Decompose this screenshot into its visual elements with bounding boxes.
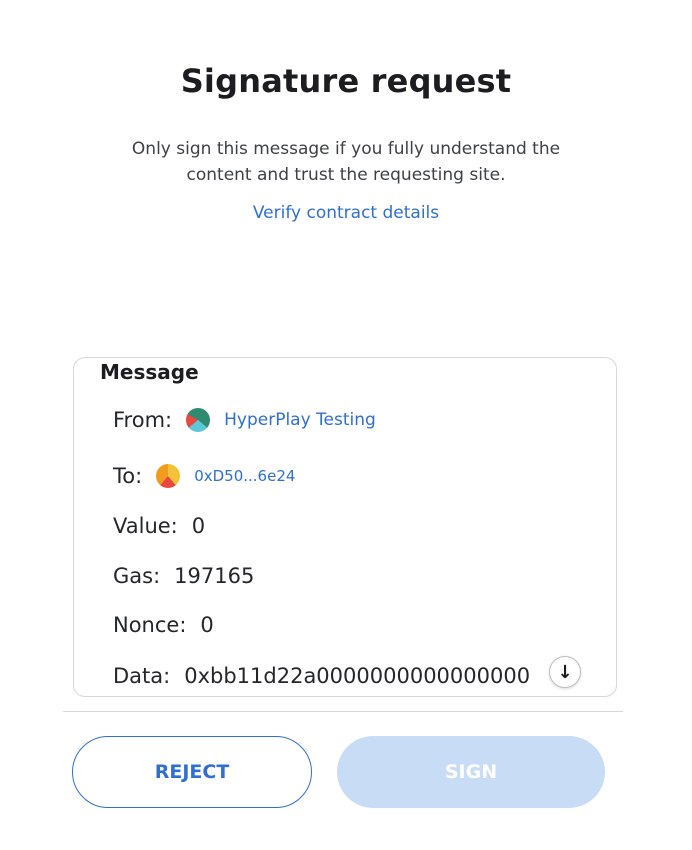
gas-amount: 197165 [174,564,255,588]
from-account-link[interactable]: HyperPlay Testing [224,410,376,430]
reject-button[interactable]: REJECT [72,736,312,808]
value-row: Value: 0 [113,511,205,541]
sign-button[interactable]: SIGN [337,736,605,808]
from-row: From: HyperPlay Testing [113,405,376,435]
to-avatar-icon [156,464,181,488]
nonce-row: Nonce: 0 [113,610,214,640]
arrow-down-icon: ↓ [557,661,573,683]
data-hex-value: 0xbb11d22a0000000000000000 [184,664,531,688]
footer-divider [63,711,623,712]
nonce-value: 0 [200,613,214,637]
page-title: Signature request [180,62,512,100]
from-avatar-icon [186,408,211,432]
to-label: To: [113,464,143,488]
from-label: From: [113,408,173,432]
gas-row: Gas: 197165 [113,561,254,591]
gas-label: Gas: [113,564,161,588]
message-heading: Message [100,360,199,384]
value-amount: 0 [191,514,206,538]
scroll-down-button[interactable]: ↓ [549,656,581,688]
message-panel[interactable]: Message From: HyperPlay Testing To: 0xD5… [73,357,617,697]
verify-contract-link[interactable]: Verify contract details [0,203,692,223]
data-row: Data: 0xbb11d22a0000000000000000 [113,661,530,691]
to-row: To: 0xD50...6e24 [113,461,295,491]
value-label: Value: [113,514,178,538]
warning-text: Only sign this message if you fully unde… [131,139,561,185]
to-address-link[interactable]: 0xD50...6e24 [194,467,295,485]
data-label: Data: [113,664,171,688]
nonce-label: Nonce: [113,613,187,637]
